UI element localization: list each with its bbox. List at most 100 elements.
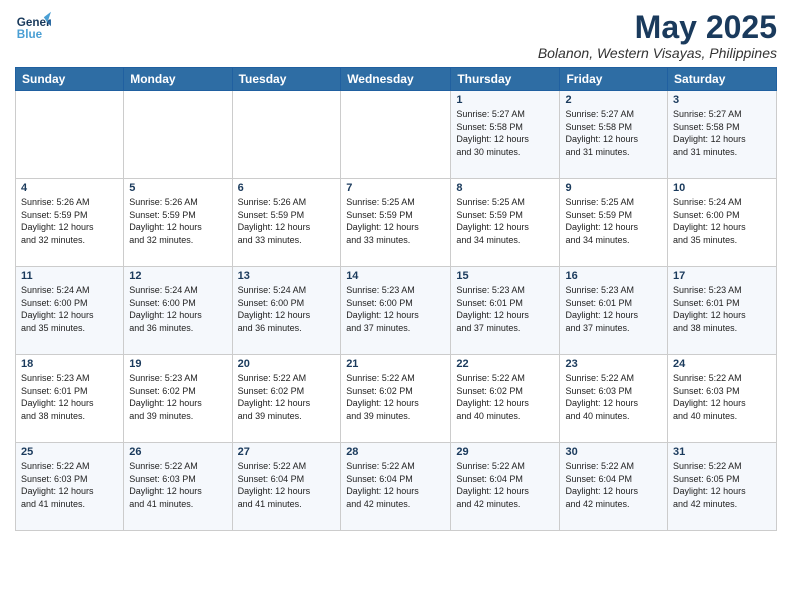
week-row-4: 18 Sunrise: 5:23 AM Sunset: 6:01 PM Dayli… [16,355,777,443]
day-info: Sunrise: 5:25 AM Sunset: 5:59 PM Dayligh… [346,196,445,246]
day-cell: 17 Sunrise: 5:23 AM Sunset: 6:01 PM Dayli… [668,267,777,355]
day-info: Sunrise: 5:24 AM Sunset: 6:00 PM Dayligh… [129,284,226,334]
day-info: Sunrise: 5:27 AM Sunset: 5:58 PM Dayligh… [565,108,662,158]
day-number: 13 [238,270,336,282]
day-cell: 6 Sunrise: 5:26 AM Sunset: 5:59 PM Daylig… [232,179,341,267]
day-cell [232,91,341,179]
day-info: Sunrise: 5:22 AM Sunset: 6:02 PM Dayligh… [346,372,445,422]
col-tuesday: Tuesday [232,68,341,91]
col-saturday: Saturday [668,68,777,91]
day-cell: 15 Sunrise: 5:23 AM Sunset: 6:01 PM Dayli… [451,267,560,355]
svg-text:Blue: Blue [17,28,43,41]
day-number: 18 [21,358,118,370]
day-number: 31 [673,446,771,458]
day-number: 27 [238,446,336,458]
day-number: 23 [565,358,662,370]
day-number: 15 [456,270,554,282]
day-cell: 3 Sunrise: 5:27 AM Sunset: 5:58 PM Daylig… [668,91,777,179]
col-sunday: Sunday [16,68,124,91]
day-cell: 16Sunrise: 5:23 AM Sunset: 6:01 PM Dayli… [560,267,668,355]
day-cell: 9Sunrise: 5:25 AM Sunset: 5:59 PM Daylig… [560,179,668,267]
day-cell: 22Sunrise: 5:22 AM Sunset: 6:02 PM Dayli… [451,355,560,443]
day-cell: 27 Sunrise: 5:22 AM Sunset: 6:04 PM Dayli… [232,443,341,531]
day-cell: 29 Sunrise: 5:22 AM Sunset: 6:04 PM Dayli… [451,443,560,531]
day-number: 24 [673,358,771,370]
day-info: Sunrise: 5:22 AM Sunset: 6:04 PM Dayligh… [565,460,662,510]
day-info: Sunrise: 5:23 AM Sunset: 6:01 PM Dayligh… [21,372,118,422]
title-block: May 2025 Bolanon, Western Visayas, Phili… [538,10,777,61]
day-number: 17 [673,270,771,282]
col-thursday: Thursday [451,68,560,91]
day-number: 25 [21,446,118,458]
day-number: 1 [456,94,554,106]
day-number: 20 [238,358,336,370]
day-cell: 19 Sunrise: 5:23 AM Sunset: 6:02 PM Dayli… [124,355,232,443]
week-row-2: 4Sunrise: 5:26 AM Sunset: 5:59 PM Daylig… [16,179,777,267]
day-number: 8 [456,182,554,194]
day-cell: 18 Sunrise: 5:23 AM Sunset: 6:01 PM Dayli… [16,355,124,443]
day-info: Sunrise: 5:22 AM Sunset: 6:04 PM Dayligh… [456,460,554,510]
day-cell: 13 Sunrise: 5:24 AM Sunset: 6:00 PM Dayli… [232,267,341,355]
week-row-3: 11 Sunrise: 5:24 AM Sunset: 6:00 PM Dayli… [16,267,777,355]
day-info: Sunrise: 5:23 AM Sunset: 6:00 PM Dayligh… [346,284,445,334]
day-number: 29 [456,446,554,458]
day-info: Sunrise: 5:26 AM Sunset: 5:59 PM Dayligh… [129,196,226,246]
day-info: Sunrise: 5:24 AM Sunset: 6:00 PM Dayligh… [673,196,771,246]
day-cell: 20 Sunrise: 5:22 AM Sunset: 6:02 PM Dayli… [232,355,341,443]
day-number: 21 [346,358,445,370]
day-info: Sunrise: 5:27 AM Sunset: 5:58 PM Dayligh… [673,108,771,158]
day-number: 26 [129,446,226,458]
day-cell: 10 Sunrise: 5:24 AM Sunset: 6:00 PM Dayli… [668,179,777,267]
col-wednesday: Wednesday [341,68,451,91]
day-cell: 7 Sunrise: 5:25 AM Sunset: 5:59 PM Daylig… [341,179,451,267]
day-number: 19 [129,358,226,370]
day-cell: 21 Sunrise: 5:22 AM Sunset: 6:02 PM Dayli… [341,355,451,443]
day-cell: 1Sunrise: 5:27 AM Sunset: 5:58 PM Daylig… [451,91,560,179]
day-number: 10 [673,182,771,194]
day-cell: 5Sunrise: 5:26 AM Sunset: 5:59 PM Daylig… [124,179,232,267]
day-info: Sunrise: 5:26 AM Sunset: 5:59 PM Dayligh… [21,196,118,246]
day-info: Sunrise: 5:24 AM Sunset: 6:00 PM Dayligh… [21,284,118,334]
day-info: Sunrise: 5:22 AM Sunset: 6:03 PM Dayligh… [565,372,662,422]
day-info: Sunrise: 5:23 AM Sunset: 6:01 PM Dayligh… [673,284,771,334]
calendar-subtitle: Bolanon, Western Visayas, Philippines [538,45,777,61]
day-cell: 25 Sunrise: 5:22 AM Sunset: 6:03 PM Dayli… [16,443,124,531]
day-cell: 30 Sunrise: 5:22 AM Sunset: 6:04 PM Dayli… [560,443,668,531]
calendar-title: May 2025 [538,10,777,45]
day-number: 30 [565,446,662,458]
day-cell: 11 Sunrise: 5:24 AM Sunset: 6:00 PM Dayli… [16,267,124,355]
page: General Blue May 2025 Bolanon, Western V… [0,0,792,612]
day-info: Sunrise: 5:22 AM Sunset: 6:05 PM Dayligh… [673,460,771,510]
day-cell [124,91,232,179]
day-number: 7 [346,182,445,194]
day-info: Sunrise: 5:24 AM Sunset: 6:00 PM Dayligh… [238,284,336,334]
calendar-table: Sunday Monday Tuesday Wednesday Thursday… [15,67,777,531]
day-info: Sunrise: 5:26 AM Sunset: 5:59 PM Dayligh… [238,196,336,246]
day-info: Sunrise: 5:22 AM Sunset: 6:03 PM Dayligh… [21,460,118,510]
day-cell: 2Sunrise: 5:27 AM Sunset: 5:58 PM Daylig… [560,91,668,179]
logo-icon: General Blue [15,10,51,46]
day-info: Sunrise: 5:22 AM Sunset: 6:03 PM Dayligh… [673,372,771,422]
day-info: Sunrise: 5:22 AM Sunset: 6:04 PM Dayligh… [346,460,445,510]
day-cell [341,91,451,179]
day-cell: 4Sunrise: 5:26 AM Sunset: 5:59 PM Daylig… [16,179,124,267]
day-info: Sunrise: 5:23 AM Sunset: 6:02 PM Dayligh… [129,372,226,422]
day-number: 6 [238,182,336,194]
day-info: Sunrise: 5:23 AM Sunset: 6:01 PM Dayligh… [456,284,554,334]
day-number: 3 [673,94,771,106]
day-cell: 23 Sunrise: 5:22 AM Sunset: 6:03 PM Dayli… [560,355,668,443]
day-cell [16,91,124,179]
day-cell: 12Sunrise: 5:24 AM Sunset: 6:00 PM Dayli… [124,267,232,355]
col-friday: Friday [560,68,668,91]
day-info: Sunrise: 5:25 AM Sunset: 5:59 PM Dayligh… [456,196,554,246]
day-cell: 14Sunrise: 5:23 AM Sunset: 6:00 PM Dayli… [341,267,451,355]
day-number: 11 [21,270,118,282]
header: General Blue May 2025 Bolanon, Western V… [15,10,777,61]
day-cell: 28Sunrise: 5:22 AM Sunset: 6:04 PM Dayli… [341,443,451,531]
day-cell: 31 Sunrise: 5:22 AM Sunset: 6:05 PM Dayli… [668,443,777,531]
day-cell: 24 Sunrise: 5:22 AM Sunset: 6:03 PM Dayli… [668,355,777,443]
day-info: Sunrise: 5:25 AM Sunset: 5:59 PM Dayligh… [565,196,662,246]
day-info: Sunrise: 5:22 AM Sunset: 6:02 PM Dayligh… [238,372,336,422]
day-cell: 26Sunrise: 5:22 AM Sunset: 6:03 PM Dayli… [124,443,232,531]
day-info: Sunrise: 5:22 AM Sunset: 6:04 PM Dayligh… [238,460,336,510]
